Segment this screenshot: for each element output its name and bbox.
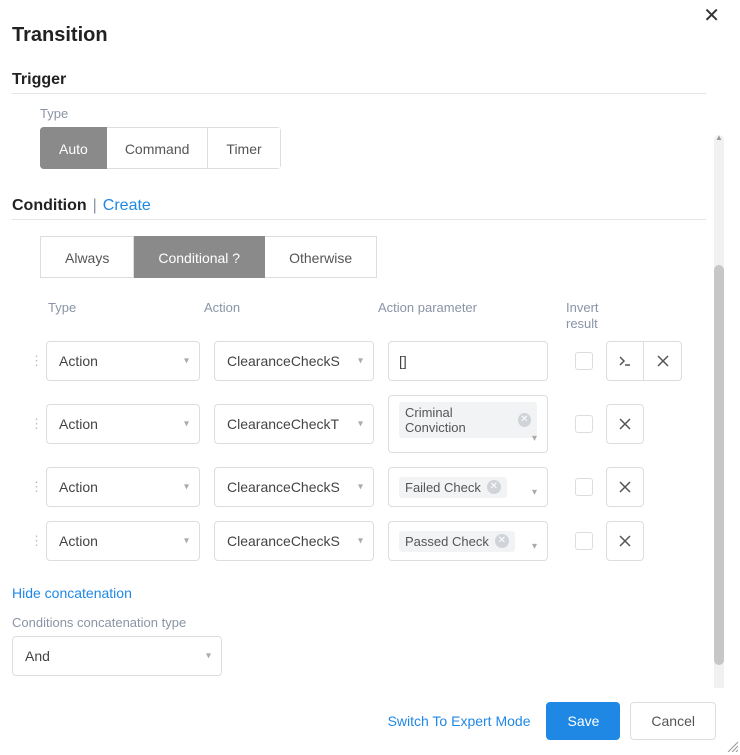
chevron-down-icon: ▾ — [358, 356, 363, 367]
scroll-up-icon[interactable]: ▲ — [714, 133, 724, 143]
type-select[interactable]: Action ▾ — [46, 467, 200, 507]
scrollbar-thumb[interactable] — [714, 265, 724, 665]
action-select-value: ClearanceCheckS — [227, 353, 340, 369]
param-tag-label: Passed Check — [405, 534, 489, 549]
condition-create-link[interactable]: Create — [103, 197, 151, 215]
delete-row-button[interactable] — [606, 467, 644, 507]
condition-row: ⋮⋮ Action ▾ ClearanceCheckS ▾ Failed Che… — [12, 467, 706, 507]
condition-section-label: Condition — [12, 197, 87, 215]
condition-row: ⋮⋮ Action ▾ ClearanceCheckT ▾ Criminal C… — [12, 395, 706, 453]
chevron-down-icon: ▾ — [358, 482, 363, 493]
col-param: Action parameter — [378, 300, 552, 331]
scrollbar[interactable]: ▲ ▼ — [714, 135, 724, 688]
chevron-down-icon: ▾ — [358, 536, 363, 547]
chevron-down-icon: ▾ — [206, 651, 211, 662]
action-select-value: ClearanceCheckS — [227, 479, 340, 495]
col-action: Action — [204, 300, 378, 331]
chevron-down-icon: ▾ — [184, 482, 189, 493]
type-select[interactable]: Action ▾ — [46, 521, 200, 561]
condition-tabs: Always Conditional ? Otherwise — [40, 236, 377, 278]
type-select[interactable]: Action ▾ — [46, 404, 200, 444]
action-select[interactable]: ClearanceCheckS ▾ — [214, 467, 374, 507]
chevron-down-icon: ▾ — [184, 536, 189, 547]
invert-checkbox[interactable] — [575, 478, 593, 496]
save-button[interactable]: Save — [546, 702, 620, 740]
drag-handle-icon[interactable]: ⋮⋮ — [30, 479, 46, 495]
action-select[interactable]: ClearanceCheckT ▾ — [214, 404, 374, 444]
col-invert: Invert result — [552, 300, 622, 331]
condition-row: ⋮⋮ Action ▾ ClearanceCheckS ▾ Passed Che… — [12, 521, 706, 561]
drag-handle-icon[interactable]: ⋮⋮ — [30, 416, 46, 432]
param-tag: Criminal Conviction ✕ — [399, 402, 537, 438]
invert-checkbox[interactable] — [575, 532, 593, 550]
trigger-type-label: Type — [40, 106, 706, 121]
type-select-value: Action — [59, 479, 98, 495]
concatenation-type-select[interactable]: And ▾ — [12, 636, 222, 676]
drag-handle-icon[interactable]: ⋮⋮ — [30, 533, 46, 549]
remove-tag-icon[interactable]: ✕ — [518, 413, 531, 427]
tab-always[interactable]: Always — [40, 236, 134, 278]
type-select-value: Action — [59, 533, 98, 549]
type-select[interactable]: Action ▾ — [46, 341, 200, 381]
cancel-button[interactable]: Cancel — [630, 702, 716, 740]
switch-to-expert-link[interactable]: Switch To Expert Mode — [388, 713, 531, 729]
action-select-value: ClearanceCheckT — [227, 416, 339, 432]
delete-row-button[interactable] — [606, 404, 644, 444]
trigger-type-group: Auto Command Timer — [40, 127, 281, 169]
trigger-section-label: Trigger — [12, 71, 706, 94]
param-tag: Failed Check ✕ — [399, 477, 507, 498]
param-input[interactable]: Passed Check ✕ ▾ — [388, 521, 548, 561]
trigger-option-timer[interactable]: Timer — [208, 127, 280, 169]
col-type: Type — [30, 300, 204, 331]
invert-checkbox[interactable] — [575, 415, 593, 433]
param-tag-label: Failed Check — [405, 480, 481, 495]
remove-tag-icon[interactable]: ✕ — [487, 480, 501, 494]
trigger-option-command[interactable]: Command — [107, 127, 209, 169]
trigger-option-auto[interactable]: Auto — [40, 127, 107, 169]
param-tag-label: Criminal Conviction — [405, 405, 512, 435]
action-select[interactable]: ClearanceCheckS ▾ — [214, 341, 374, 381]
resize-grip-icon[interactable] — [724, 738, 738, 752]
param-input[interactable]: [] — [388, 341, 548, 381]
param-input[interactable]: Criminal Conviction ✕ ▾ — [388, 395, 548, 453]
chevron-down-icon: ▾ — [184, 419, 189, 430]
chevron-down-icon: ▾ — [532, 541, 537, 552]
tab-conditional[interactable]: Conditional ? — [134, 236, 265, 278]
type-select-value: Action — [59, 416, 98, 432]
chevron-down-icon: ▾ — [358, 419, 363, 430]
hide-concatenation-link[interactable]: Hide concatenation — [12, 585, 132, 601]
condition-row: ⋮⋮ Action ▾ ClearanceCheckS ▾ [] — [12, 341, 706, 381]
remove-tag-icon[interactable]: ✕ — [495, 534, 509, 548]
close-icon[interactable]: ✕ — [697, 6, 726, 26]
concatenation-type-label: Conditions concatenation type — [12, 615, 706, 630]
invert-checkbox[interactable] — [575, 352, 593, 370]
concatenation-type-value: And — [25, 648, 50, 664]
action-select[interactable]: ClearanceCheckS ▾ — [214, 521, 374, 561]
delete-row-button[interactable] — [644, 341, 682, 381]
modal-footer: Switch To Expert Mode Save Cancel — [12, 688, 728, 754]
chevron-down-icon: ▾ — [184, 356, 189, 367]
delete-row-button[interactable] — [606, 521, 644, 561]
modal-title: Transition — [12, 24, 108, 47]
drag-handle-icon[interactable]: ⋮⋮ — [30, 353, 46, 369]
param-input[interactable]: Failed Check ✕ ▾ — [388, 467, 548, 507]
param-tag: Passed Check ✕ — [399, 531, 515, 552]
chevron-down-icon: ▾ — [532, 433, 537, 444]
type-select-value: Action — [59, 353, 98, 369]
tab-otherwise[interactable]: Otherwise — [265, 236, 377, 278]
pipe-separator: | — [93, 197, 97, 215]
param-text: [] — [399, 353, 407, 369]
quick-action-button[interactable] — [606, 341, 644, 381]
action-select-value: ClearanceCheckS — [227, 533, 340, 549]
chevron-down-icon: ▾ — [532, 487, 537, 498]
condition-columns: Type Action Action parameter Invert resu… — [12, 300, 706, 331]
